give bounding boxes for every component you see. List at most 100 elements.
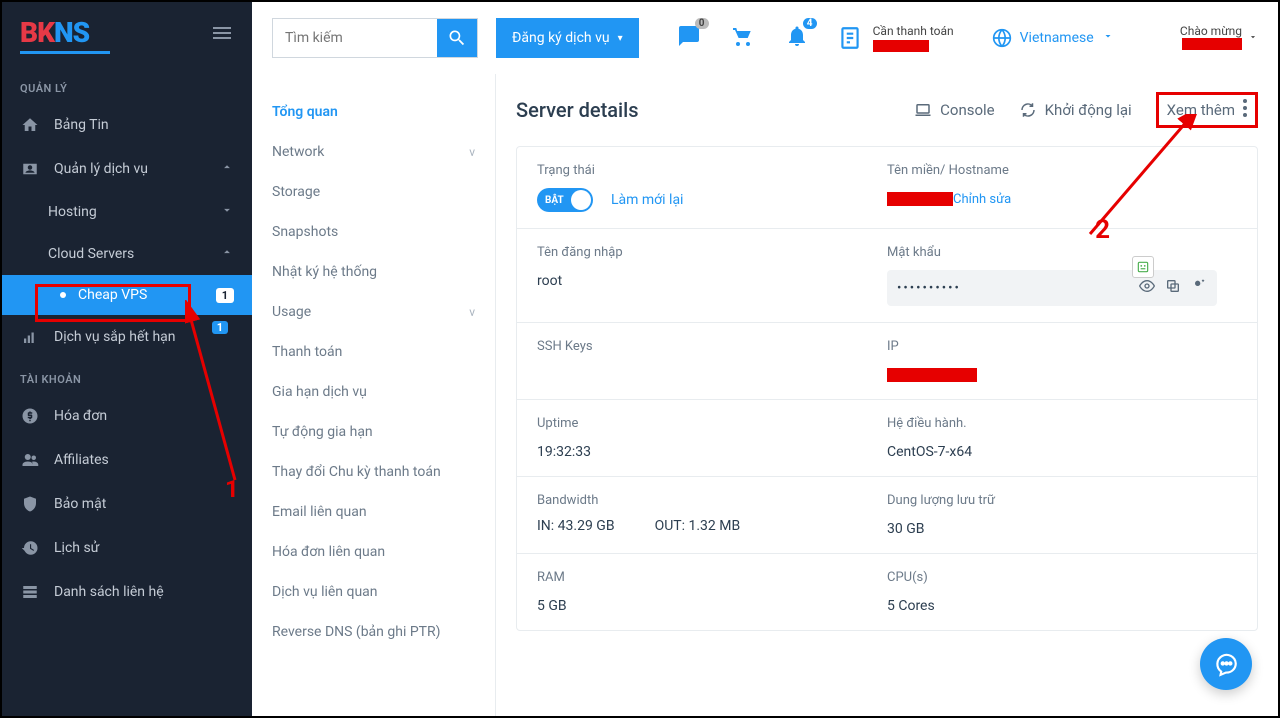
password-mask: •••••••••• [897, 281, 1129, 296]
cart-icon[interactable] [731, 24, 755, 52]
sidebar-item-hosting[interactable]: Hosting [2, 191, 252, 233]
chat-widget[interactable] [1200, 638, 1252, 690]
chat-dots-icon [1213, 651, 1239, 677]
refresh-icon [1019, 101, 1037, 119]
subnav-network[interactable]: Networkv [252, 132, 495, 172]
search-box [272, 18, 478, 58]
subnav-related-email[interactable]: Email liên quan [252, 492, 495, 532]
page-title: Server details [516, 98, 639, 122]
cpu-label: CPU(s) [887, 570, 1237, 585]
receipt-icon [837, 25, 863, 51]
key-icon[interactable] [1191, 278, 1207, 298]
nav-label: Affiliates [54, 452, 109, 468]
status-toggle[interactable]: BẬT [537, 188, 593, 212]
uptime-value: 19:32:33 [537, 444, 591, 460]
subnav-related-service[interactable]: Dịch vụ liên quan [252, 572, 495, 612]
subnav-storage[interactable]: Storage [252, 172, 495, 212]
redacted [1182, 38, 1242, 50]
logo[interactable]: BKNS [20, 16, 110, 54]
subnav: Tổng quan Networkv Storage Snapshots Nhậ… [252, 74, 496, 716]
search-button[interactable] [437, 19, 477, 57]
edit-hostname-link[interactable]: Chỉnh sửa [953, 192, 1011, 207]
chevron-down-icon [1102, 30, 1114, 46]
user-menu[interactable]: Chào mừng [1180, 24, 1258, 53]
uptime-label: Uptime [537, 416, 887, 431]
subnav-overview[interactable]: Tổng quan [252, 92, 495, 132]
sidebar-item-history[interactable]: Lịch sử [2, 526, 252, 570]
subnav-reverse-dns[interactable]: Reverse DNS (bản ghi PTR) [252, 612, 495, 652]
register-label: Đăng ký dịch vụ [512, 30, 610, 46]
os-value: CentOS-7-x64 [887, 444, 972, 460]
ssh-label: SSH Keys [537, 339, 887, 354]
nav-label: Bảng Tin [54, 117, 109, 133]
console-button[interactable]: Console [914, 101, 995, 119]
home-icon [20, 115, 40, 135]
subnav-autorenew[interactable]: Tự động gia hạn [252, 412, 495, 452]
search-icon [447, 28, 467, 48]
subnav-renew[interactable]: Gia hạn dịch vụ [252, 372, 495, 412]
annotation-number-2: 2 [1095, 215, 1110, 245]
subnav-snapshots[interactable]: Snapshots [252, 212, 495, 252]
redacted [887, 192, 953, 206]
annotation-arrow-1 [185, 300, 245, 490]
sidebar-item-services[interactable]: Quản lý dịch vụ [2, 147, 252, 191]
bandwidth-label: Bandwidth [537, 493, 887, 508]
laptop-icon [914, 101, 932, 119]
copy-icon[interactable] [1165, 278, 1181, 298]
password-field: •••••••••• [887, 270, 1217, 306]
chevron-up-icon [220, 160, 234, 178]
cpu-value: 5 Cores [887, 598, 935, 614]
subnav-usage[interactable]: Usagev [252, 292, 495, 332]
sidebar-item-news[interactable]: Bảng Tin [2, 103, 252, 147]
redacted [873, 40, 929, 52]
redacted [887, 368, 977, 382]
login-label: Tên đăng nhập [537, 245, 887, 260]
topbar: Đăng ký dịch vụ ▾ 0 4 [252, 2, 1278, 74]
dollar-icon [20, 406, 40, 426]
status-label: Trạng thái [537, 163, 887, 178]
annotation-box-1 [35, 284, 191, 322]
toggle-knob [571, 190, 591, 210]
shield-icon [20, 494, 40, 514]
account-box-icon [20, 159, 40, 179]
refresh-link[interactable]: Làm mới lại [611, 192, 684, 208]
nav-label: Hóa đơn [54, 408, 107, 424]
chat-icon[interactable]: 0 [677, 24, 701, 52]
password-label: Mật khẩu [887, 245, 1237, 260]
bandwidth-in: IN: 43.29 GB [537, 518, 615, 534]
subnav-related-invoice[interactable]: Hóa đơn liên quan [252, 532, 495, 572]
chevron-icon: v [469, 305, 475, 319]
search-input[interactable] [273, 19, 437, 57]
subnav-systemlog[interactable]: Nhật ký hệ thống [252, 252, 495, 292]
subnav-payment[interactable]: Thanh toán [252, 332, 495, 372]
history-icon [20, 538, 40, 558]
main-area: Đăng ký dịch vụ ▾ 0 4 [252, 2, 1278, 716]
subnav-change-cycle[interactable]: Thay đổi Chu kỳ thanh toán [252, 452, 495, 492]
bars-icon [20, 327, 40, 347]
chevron-down-icon [1246, 31, 1258, 45]
sidebar-item-cloud-servers[interactable]: Cloud Servers [2, 233, 252, 275]
dots-vertical-icon [1243, 99, 1247, 121]
section-management: QUẢN LÝ [2, 68, 252, 103]
language-label: Vietnamese [1020, 30, 1094, 46]
chevron-down-icon [220, 203, 234, 221]
eye-icon[interactable] [1139, 278, 1155, 298]
language-selector[interactable]: Vietnamese [992, 28, 1114, 48]
chevron-up-icon [220, 245, 234, 263]
sidebar-item-contacts[interactable]: Danh sách liên hệ [2, 570, 252, 614]
menu-toggle-icon[interactable] [210, 21, 234, 49]
logo-row: BKNS [2, 2, 252, 68]
ram-value: 5 GB [537, 598, 567, 614]
register-button[interactable]: Đăng ký dịch vụ ▾ [496, 18, 639, 58]
ip-label: IP [887, 339, 1237, 354]
bandwidth-out: OUT: 1.32 MB [655, 518, 741, 534]
nav-label: Hosting [48, 204, 97, 220]
chat-count: 0 [695, 18, 709, 29]
nav-label: Bảo mật [54, 496, 106, 512]
password-manager-icon[interactable] [1132, 256, 1154, 278]
globe-icon [992, 28, 1012, 48]
nav-label: Danh sách liên hệ [54, 584, 164, 600]
chevron-down-icon: ▾ [618, 33, 623, 44]
payment-due[interactable]: Cần thanh toán [837, 24, 954, 52]
notification-icon[interactable]: 4 [785, 24, 809, 52]
